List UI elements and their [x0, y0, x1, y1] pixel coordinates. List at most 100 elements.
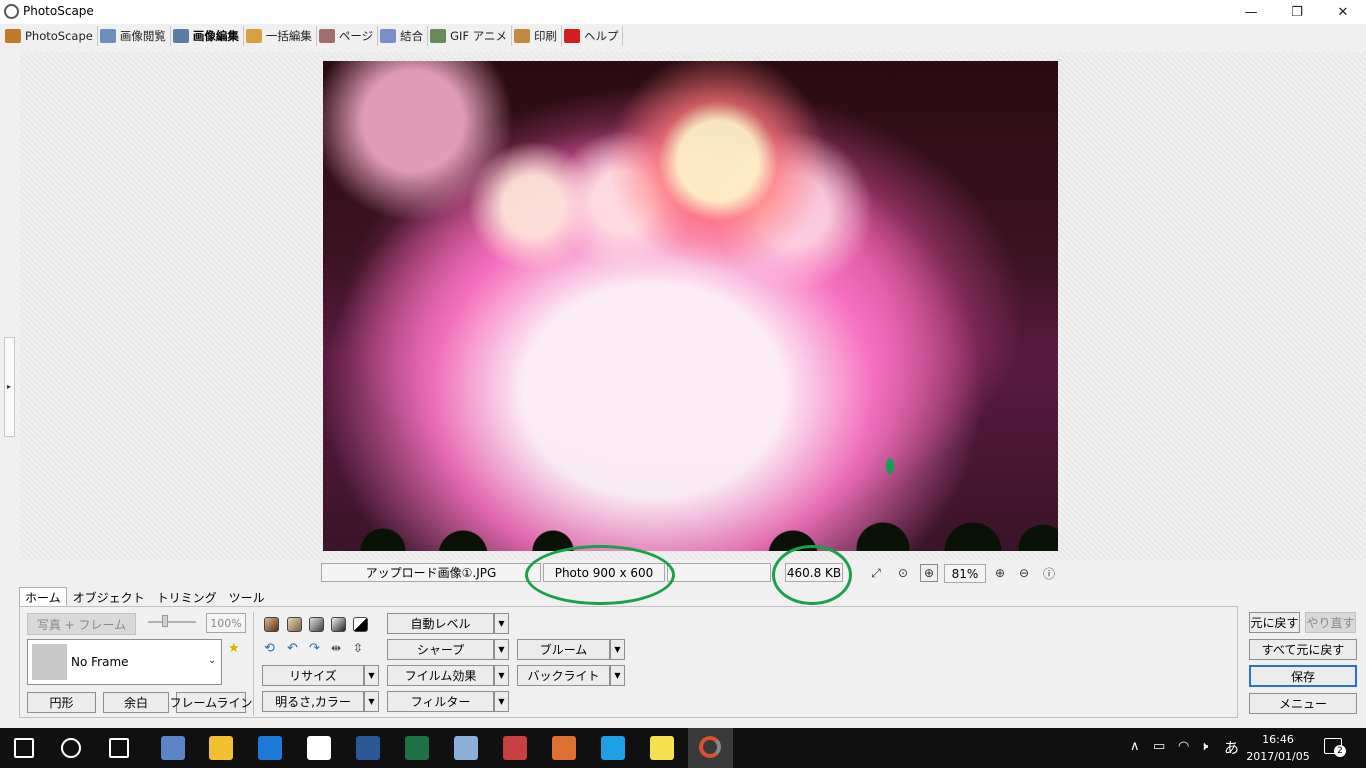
main-tab-5[interactable]: 結合: [378, 26, 429, 46]
main-tab-1[interactable]: 画像閲覧: [98, 26, 171, 46]
close-button[interactable]: ✕: [1320, 0, 1366, 24]
main-tab-3[interactable]: 一括編集: [244, 26, 317, 46]
tool-app-icon[interactable]: [503, 736, 527, 760]
tab-tools[interactable]: ツール: [223, 587, 271, 607]
zoom-in-icon[interactable]: ⊕: [991, 564, 1009, 582]
edge-icon[interactable]: [258, 736, 282, 760]
volume-muted-icon[interactable]: 🕨: [1200, 739, 1208, 754]
tray-chevron-icon[interactable]: ∧: [1130, 739, 1140, 754]
fit-screen-icon[interactable]: ⤢: [867, 564, 885, 582]
auto-level-button[interactable]: 自動レベル: [387, 613, 494, 634]
ie-icon[interactable]: [601, 736, 625, 760]
brightness-dropdown[interactable]: ▼: [364, 691, 379, 712]
excel-icon[interactable]: [405, 736, 429, 760]
main-tab-label: ページ: [338, 29, 374, 43]
briefcase-icon[interactable]: [552, 736, 576, 760]
main-tab-6[interactable]: GIF アニメ: [428, 26, 512, 46]
sidebar-toggle-handle[interactable]: ▸: [4, 337, 15, 437]
sticky-notes-icon[interactable]: [650, 736, 674, 760]
notification-count: 2: [1334, 745, 1346, 757]
save-button[interactable]: 保存: [1249, 665, 1357, 687]
tab-object[interactable]: オブジェクト: [67, 587, 151, 607]
menu-button[interactable]: メニュー: [1249, 693, 1357, 714]
edited-photo[interactable]: [323, 61, 1058, 551]
resize-button[interactable]: リサイズ: [262, 665, 364, 686]
tab-crop[interactable]: トリミング: [151, 587, 223, 607]
backlight-button[interactable]: バックライト: [517, 665, 610, 686]
actual-size-icon[interactable]: ⊙: [894, 564, 912, 582]
window-title: PhotoScape: [23, 4, 94, 18]
tone-contrast-icon[interactable]: [331, 617, 346, 632]
info-icon[interactable]: ⓘ: [1040, 564, 1058, 582]
photo-app-icon[interactable]: [161, 736, 185, 760]
cortana-icon[interactable]: [61, 738, 81, 758]
file-explorer-icon[interactable]: [209, 736, 233, 760]
star-icon[interactable]: ★: [228, 641, 240, 656]
round-button[interactable]: 円形: [27, 692, 96, 713]
clock-date: 2017/01/05: [1246, 750, 1310, 763]
zoom-out-icon[interactable]: ⊖: [1015, 564, 1033, 582]
margin-button[interactable]: 余白: [103, 692, 169, 713]
frame-line-button[interactable]: フレームライン: [169, 692, 253, 713]
main-tab-7[interactable]: 印刷: [512, 26, 562, 46]
paint-icon[interactable]: [454, 736, 478, 760]
frame-select[interactable]: No Frame ⌄: [27, 639, 222, 685]
store-icon[interactable]: [307, 736, 331, 760]
bloom-dropdown[interactable]: ▼: [610, 639, 625, 660]
battery-icon[interactable]: ▭: [1153, 739, 1165, 754]
clock-time: 16:46: [1262, 733, 1294, 746]
flip-vertical-icon[interactable]: ⇳: [353, 641, 363, 655]
undo-all-button[interactable]: すべて元に戻す: [1249, 639, 1357, 660]
rotate-right-icon[interactable]: ↷: [309, 641, 320, 656]
tab-home[interactable]: ホーム: [19, 587, 67, 607]
opacity-slider-thumb[interactable]: [162, 615, 168, 627]
main-tab-label: GIF アニメ: [450, 29, 507, 43]
tone-warm-icon[interactable]: [287, 617, 302, 632]
maximize-button[interactable]: ❐: [1274, 0, 1320, 24]
rotate-left-icon[interactable]: ↶: [287, 641, 298, 656]
zoom-fit-icon[interactable]: ⊕: [920, 564, 938, 582]
task-view-icon[interactable]: [109, 738, 129, 758]
photoscape-taskbar-icon[interactable]: [688, 728, 733, 768]
viewer-icon: [99, 29, 116, 43]
resize-dropdown[interactable]: ▼: [364, 665, 379, 686]
bloom-button[interactable]: ブルーム: [517, 639, 610, 660]
tone-gray-icon[interactable]: [309, 617, 324, 632]
windows-start-icon[interactable]: [14, 738, 34, 758]
main-tab-label: 印刷: [533, 29, 557, 43]
auto-level-dropdown[interactable]: ▼: [494, 613, 509, 634]
main-tab-8[interactable]: ヘルプ: [562, 26, 624, 46]
expand-arrow-icon: ▸: [7, 382, 12, 391]
tray-clock[interactable]: 16:46 2017/01/05: [1246, 731, 1310, 765]
flip-horizontal-icon[interactable]: ⇹: [331, 641, 341, 655]
brightness-color-button[interactable]: 明るさ,カラー: [262, 691, 364, 712]
main-tab-2[interactable]: 画像編集: [171, 26, 244, 46]
film-effect-dropdown[interactable]: ▼: [494, 665, 509, 686]
gif-icon: [430, 29, 447, 43]
opacity-slider[interactable]: [148, 621, 196, 623]
main-tab-label: 画像閲覧: [119, 29, 166, 43]
minimize-button[interactable]: —: [1228, 0, 1274, 24]
filename-field: アップロード画像①.JPG: [321, 563, 541, 582]
undo-button[interactable]: 元に戻す: [1249, 612, 1300, 633]
main-tab-4[interactable]: ページ: [317, 26, 379, 46]
photo-treeline: [323, 521, 1058, 551]
adjust-icon[interactable]: ⟲: [264, 641, 275, 656]
frame-preview: [32, 644, 67, 680]
sharpen-button[interactable]: シャープ: [387, 639, 494, 660]
film-effect-button[interactable]: フイルム効果: [387, 665, 494, 686]
sharpen-dropdown[interactable]: ▼: [494, 639, 509, 660]
tone-bw-icon[interactable]: [353, 617, 368, 632]
notification-center-icon[interactable]: 2: [1324, 738, 1346, 757]
wifi-icon[interactable]: ◠: [1178, 739, 1189, 754]
annotation-circle-dimensions: [525, 545, 675, 605]
backlight-dropdown[interactable]: ▼: [610, 665, 625, 686]
filter-button[interactable]: フィルター: [387, 691, 494, 712]
redo-button[interactable]: やり直す: [1305, 612, 1356, 633]
tone-sepia-icon[interactable]: [264, 617, 279, 632]
word-icon[interactable]: [356, 736, 380, 760]
ime-indicator[interactable]: あ: [1224, 737, 1239, 758]
filter-dropdown[interactable]: ▼: [494, 691, 509, 712]
photo-frame-button[interactable]: 写真 + フレーム: [27, 613, 136, 635]
main-tab-0[interactable]: PhotoScape: [3, 26, 98, 46]
